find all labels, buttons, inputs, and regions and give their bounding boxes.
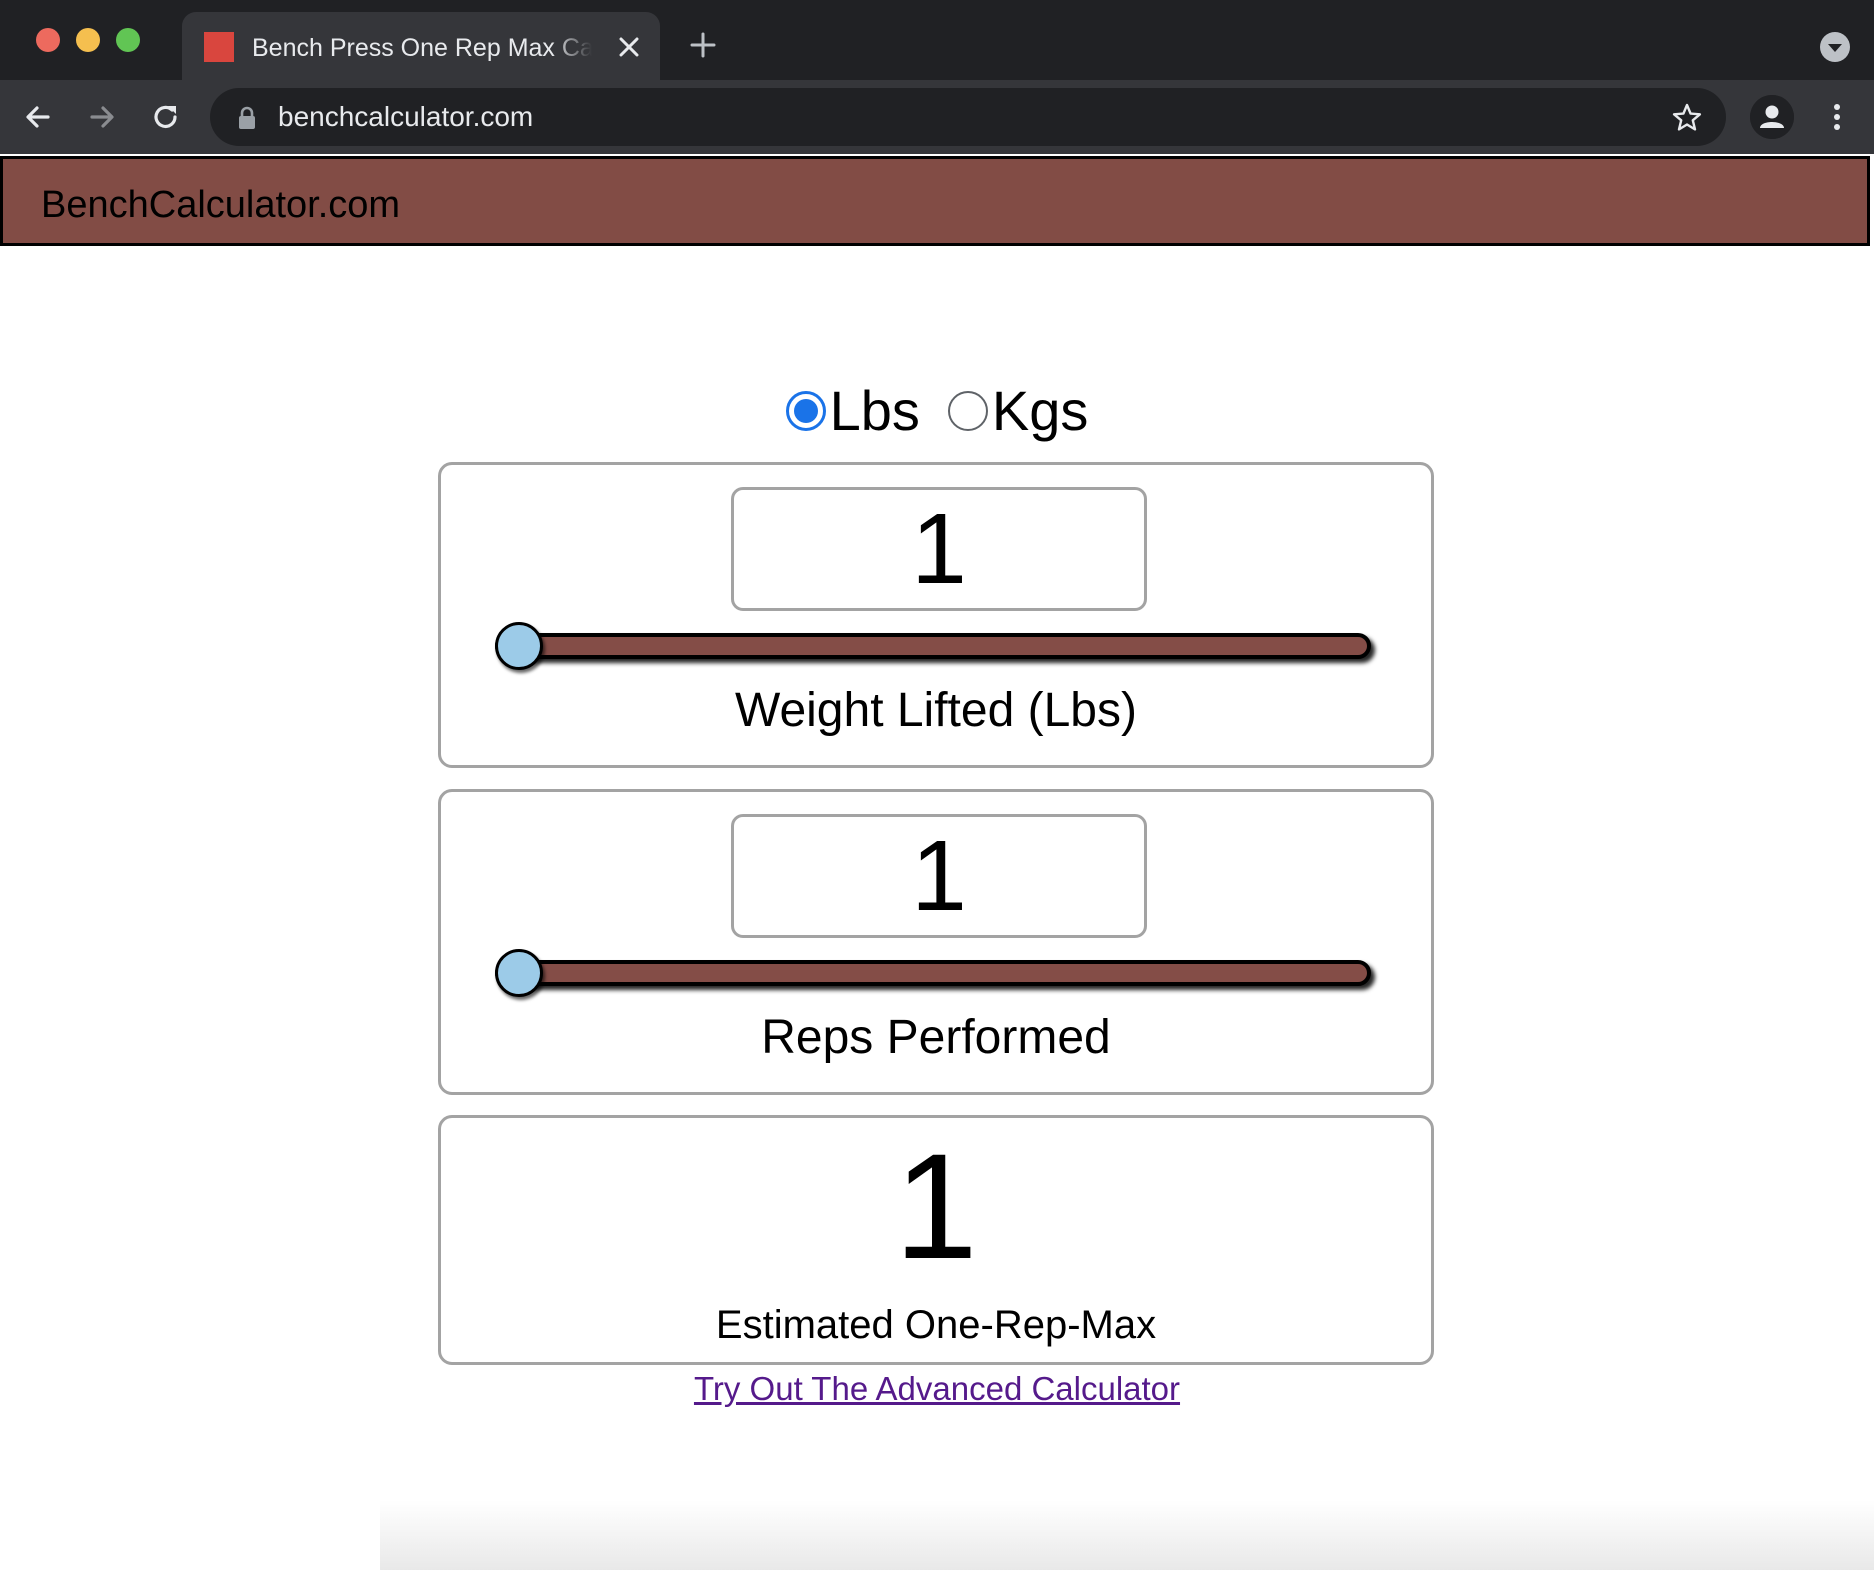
lbs-label: Lbs [829, 379, 920, 442]
bottom-shadow [380, 1500, 1874, 1570]
kgs-radio[interactable] [947, 391, 988, 431]
reps-input[interactable]: 1 [731, 814, 1147, 938]
advanced-calculator-link-wrap: Try Out The Advanced Calculator [0, 1368, 1874, 1410]
reps-slider-track[interactable] [495, 960, 1371, 986]
person-icon[interactable] [1750, 95, 1794, 139]
window-minimize-button[interactable] [76, 28, 100, 52]
reps-slider-thumb[interactable] [495, 949, 543, 997]
reps-label: Reps Performed [761, 1011, 1111, 1064]
tab-title: Bench Press One Rep Max Calculator [252, 34, 592, 62]
weight-card: 1 Weight Lifted (Lbs) [438, 462, 1434, 768]
window-close-button[interactable] [36, 28, 60, 52]
url-text: benchcalculator.com [278, 101, 534, 132]
advanced-calculator-link[interactable]: Try Out The Advanced Calculator [694, 1370, 1180, 1407]
reload-icon[interactable] [148, 99, 184, 135]
weight-input[interactable]: 1 [731, 487, 1147, 611]
plus-icon[interactable] [688, 30, 718, 60]
arrow-right-icon[interactable] [84, 99, 120, 135]
reps-card: 1 Reps Performed [438, 789, 1434, 1095]
unit-option-lbs[interactable]: Lbs [785, 378, 920, 444]
unit-option-kgs[interactable]: Kgs [947, 378, 1089, 444]
browser-tab-strip: Bench Press One Rep Max Calculator [0, 0, 1874, 80]
weight-label: Weight Lifted (Lbs) [735, 684, 1137, 737]
star-icon[interactable] [1670, 101, 1704, 135]
site-header: BenchCalculator.com [0, 156, 1870, 246]
site-title[interactable]: BenchCalculator.com [41, 183, 400, 227]
favicon-icon [204, 32, 234, 62]
chevron-down-icon[interactable] [1820, 32, 1850, 62]
close-icon[interactable] [614, 32, 644, 62]
one-rep-max-value: 1 [894, 1122, 978, 1290]
result-card: 1 Estimated One-Rep-Max [438, 1115, 1434, 1365]
weight-slider-track[interactable] [495, 633, 1371, 659]
one-rep-max-label: Estimated One-Rep-Max [715, 1303, 1157, 1347]
unit-selector: Lbs Kgs [0, 378, 1874, 444]
window-maximize-button[interactable] [116, 28, 140, 52]
kebab-menu-icon[interactable] [1822, 99, 1852, 135]
browser-tab[interactable]: Bench Press One Rep Max Calculator [182, 12, 660, 80]
weight-slider-thumb[interactable] [495, 622, 543, 670]
browser-toolbar: benchcalculator.com [0, 80, 1874, 154]
address-bar[interactable]: benchcalculator.com [210, 88, 1726, 146]
lock-icon[interactable] [236, 106, 258, 130]
kgs-label: Kgs [991, 379, 1089, 442]
arrow-left-icon[interactable] [20, 99, 56, 135]
lbs-radio[interactable] [785, 391, 826, 431]
